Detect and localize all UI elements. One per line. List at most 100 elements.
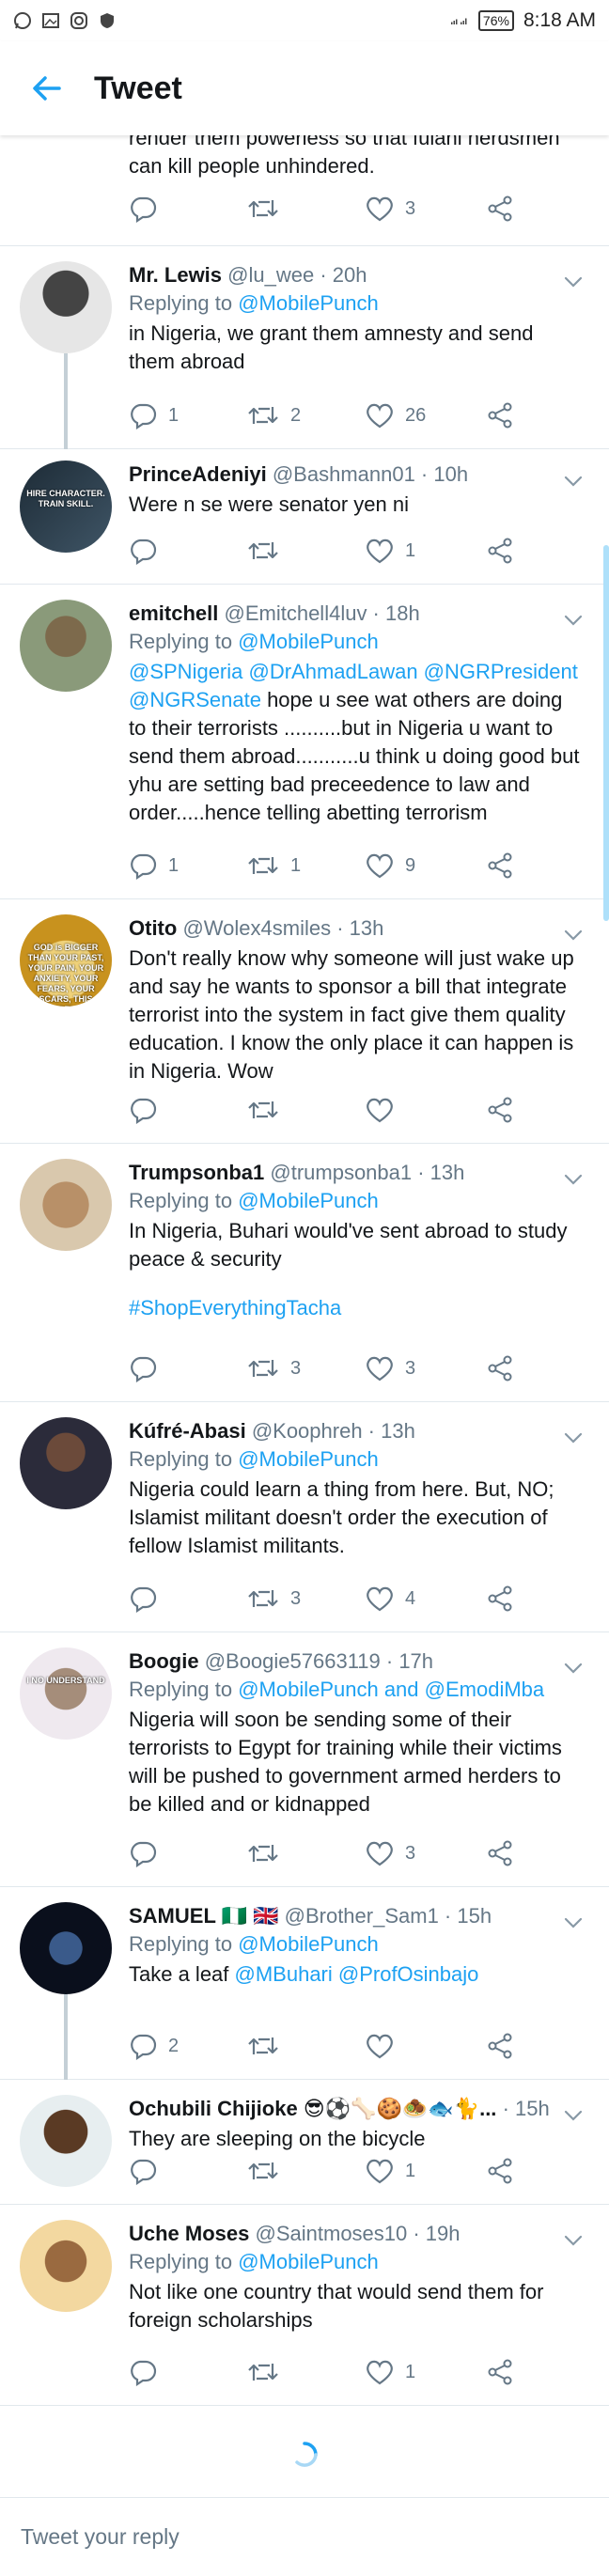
tweet[interactable]: SAMUEL 🇳🇬 🇬🇧 @Brother_Sam1 · 15h Replying… [0, 1887, 609, 2080]
reply-input[interactable]: Tweet your reply [21, 2524, 180, 2550]
share-button[interactable] [486, 1351, 514, 1385]
replying-to-link[interactable]: @MobilePunch [238, 630, 379, 653]
scrollbar-thumb[interactable] [603, 545, 609, 921]
retweet-button[interactable] [247, 1836, 290, 1870]
avatar[interactable] [20, 1159, 112, 1251]
author-handle[interactable]: @Koophreh · 13h [252, 1419, 415, 1443]
author-name[interactable]: Boogie [129, 1649, 199, 1673]
reply-button[interactable]: 2 [129, 2029, 179, 2063]
author-handle[interactable]: @Brother_Sam1 · 15h [285, 1904, 492, 1928]
retweet-button[interactable]: 1 [247, 849, 301, 882]
like-button[interactable]: 1 [366, 2154, 415, 2188]
avatar[interactable] [20, 2220, 112, 2312]
reply-button[interactable]: 1 [129, 398, 179, 432]
reply-composer[interactable]: Tweet your reply [0, 2497, 609, 2576]
avatar[interactable]: I NO UNDERSTAND [20, 1647, 112, 1740]
retweet-button[interactable] [247, 2154, 290, 2188]
like-button[interactable]: 3 [366, 192, 415, 226]
retweet-button[interactable] [247, 192, 279, 226]
author-handle[interactable]: · 15h [503, 2097, 550, 2120]
author-name[interactable]: Uche Moses [129, 2222, 249, 2245]
avatar[interactable] [20, 600, 112, 692]
reply-button[interactable] [129, 534, 168, 568]
share-button[interactable] [486, 2029, 514, 2063]
author-name[interactable]: emitchell [129, 601, 218, 625]
share-button[interactable] [486, 534, 514, 568]
reply-button[interactable] [129, 192, 157, 226]
author-handle[interactable]: @Wolex4smiles · 13h [182, 916, 383, 940]
like-button[interactable]: 1 [366, 2355, 415, 2389]
author-name[interactable]: Ochubili Chijioke 😎⚽🦴🍪🧆🐟🐈... [129, 2097, 496, 2120]
author-name[interactable]: Mr. Lewis [129, 263, 222, 287]
retweet-button[interactable] [247, 534, 290, 568]
tweet-mentions[interactable]: @MBuhari @ProfOsinbajo [235, 1962, 479, 1986]
replying-to-link[interactable]: @MobilePunch [238, 1932, 379, 1956]
like-button[interactable] [366, 1093, 405, 1127]
like-button[interactable]: 3 [366, 1351, 415, 1385]
replying-to-link[interactable]: @MobilePunch [238, 2250, 379, 2273]
like-button[interactable]: 26 [366, 398, 426, 432]
author-handle[interactable]: @Boogie57663119 · 17h [205, 1649, 433, 1673]
tweet[interactable]: HIRE CHARACTER. TRAIN SKILL. PrinceAdeni… [0, 449, 609, 585]
author-name[interactable]: Trumpsonba1 [129, 1161, 264, 1184]
like-button[interactable] [366, 2029, 405, 2063]
reply-icon [131, 1098, 157, 1124]
avatar[interactable]: GOD is BIGGER THAN YOUR PAST, YOUR PAIN,… [20, 914, 112, 1007]
tweet-actions: 2 [129, 2029, 523, 2063]
tweet[interactable]: Mr. Lewis @lu_wee · 20h Replying to @Mobi… [0, 246, 609, 449]
like-button[interactable]: 3 [366, 1836, 415, 1870]
avatar[interactable] [20, 2095, 112, 2187]
author-name[interactable]: SAMUEL 🇳🇬 🇬🇧 [129, 1904, 279, 1928]
replying-to-link[interactable]: @MobilePunch [238, 291, 379, 315]
share-button[interactable] [486, 849, 514, 882]
author-handle[interactable]: @Emitchell4luv · 18h [225, 601, 420, 625]
author-handle[interactable]: @lu_wee · 20h [227, 263, 367, 287]
tweet[interactable]: GOD is BIGGER THAN YOUR PAST, YOUR PAIN,… [0, 899, 609, 1144]
tweet[interactable]: Kúfré-Abasi @Koophreh · 13h Replying to @… [0, 1402, 609, 1632]
like-button[interactable]: 4 [366, 1582, 415, 1616]
retweet-button[interactable] [247, 2355, 290, 2389]
tweet[interactable]: I NO UNDERSTAND Boogie @Boogie57663119 ·… [0, 1632, 609, 1887]
reply-button[interactable] [129, 2355, 168, 2389]
author-name[interactable]: PrinceAdeniyi [129, 462, 267, 486]
share-button[interactable] [486, 1582, 514, 1616]
reply-button[interactable]: 1 [129, 849, 179, 882]
like-button[interactable]: 1 [366, 534, 415, 568]
back-button[interactable] [0, 41, 94, 135]
avatar[interactable] [20, 1417, 112, 1509]
reply-button[interactable] [129, 1836, 168, 1870]
reply-button[interactable] [129, 2154, 168, 2188]
avatar[interactable]: HIRE CHARACTER. TRAIN SKILL. [20, 461, 112, 553]
retweet-button[interactable]: 2 [247, 398, 301, 432]
tweet-partial[interactable]: render them powerless so that fulani her… [0, 135, 609, 246]
share-button[interactable] [486, 2154, 514, 2188]
tweet[interactable]: Ochubili Chijioke 😎⚽🦴🍪🧆🐟🐈... · 15h They a… [0, 2080, 609, 2205]
tweet[interactable]: emitchell @Emitchell4luv · 18h Replying t… [0, 585, 609, 899]
author-handle[interactable]: @Bashmann01 · 10h [273, 462, 468, 486]
reply-button[interactable] [129, 1093, 168, 1127]
replying-to-link[interactable]: @MobilePunch [238, 1447, 379, 1471]
share-button[interactable] [486, 192, 514, 226]
replying-to-link[interactable]: @MobilePunch [238, 1189, 379, 1212]
avatar[interactable] [20, 1902, 112, 1994]
author-handle[interactable]: @Saintmoses10 · 19h [256, 2222, 461, 2245]
author-name[interactable]: Otito [129, 916, 177, 940]
retweet-button[interactable]: 3 [247, 1351, 301, 1385]
retweet-button[interactable]: 3 [247, 1582, 301, 1616]
share-button[interactable] [486, 1093, 514, 1127]
hashtag-link[interactable]: #ShopEverythingTacha [129, 1296, 341, 1319]
author-handle[interactable]: @trumpsonba1 · 13h [270, 1161, 464, 1184]
reply-button[interactable] [129, 1351, 168, 1385]
like-button[interactable]: 9 [366, 849, 415, 882]
avatar[interactable] [20, 261, 112, 353]
tweet[interactable]: Uche Moses @Saintmoses10 · 19h Replying t… [0, 2205, 609, 2406]
tweet[interactable]: Trumpsonba1 @trumpsonba1 · 13h Replying t… [0, 1144, 609, 1402]
share-button[interactable] [486, 1836, 514, 1870]
author-name[interactable]: Kúfré-Abasi [129, 1419, 246, 1443]
retweet-button[interactable] [247, 1093, 290, 1127]
share-button[interactable] [486, 2355, 514, 2389]
reply-button[interactable] [129, 1582, 168, 1616]
replying-to-link[interactable]: @MobilePunch and @EmodiMba [238, 1678, 544, 1701]
share-button[interactable] [486, 398, 514, 432]
retweet-button[interactable] [247, 2029, 290, 2063]
